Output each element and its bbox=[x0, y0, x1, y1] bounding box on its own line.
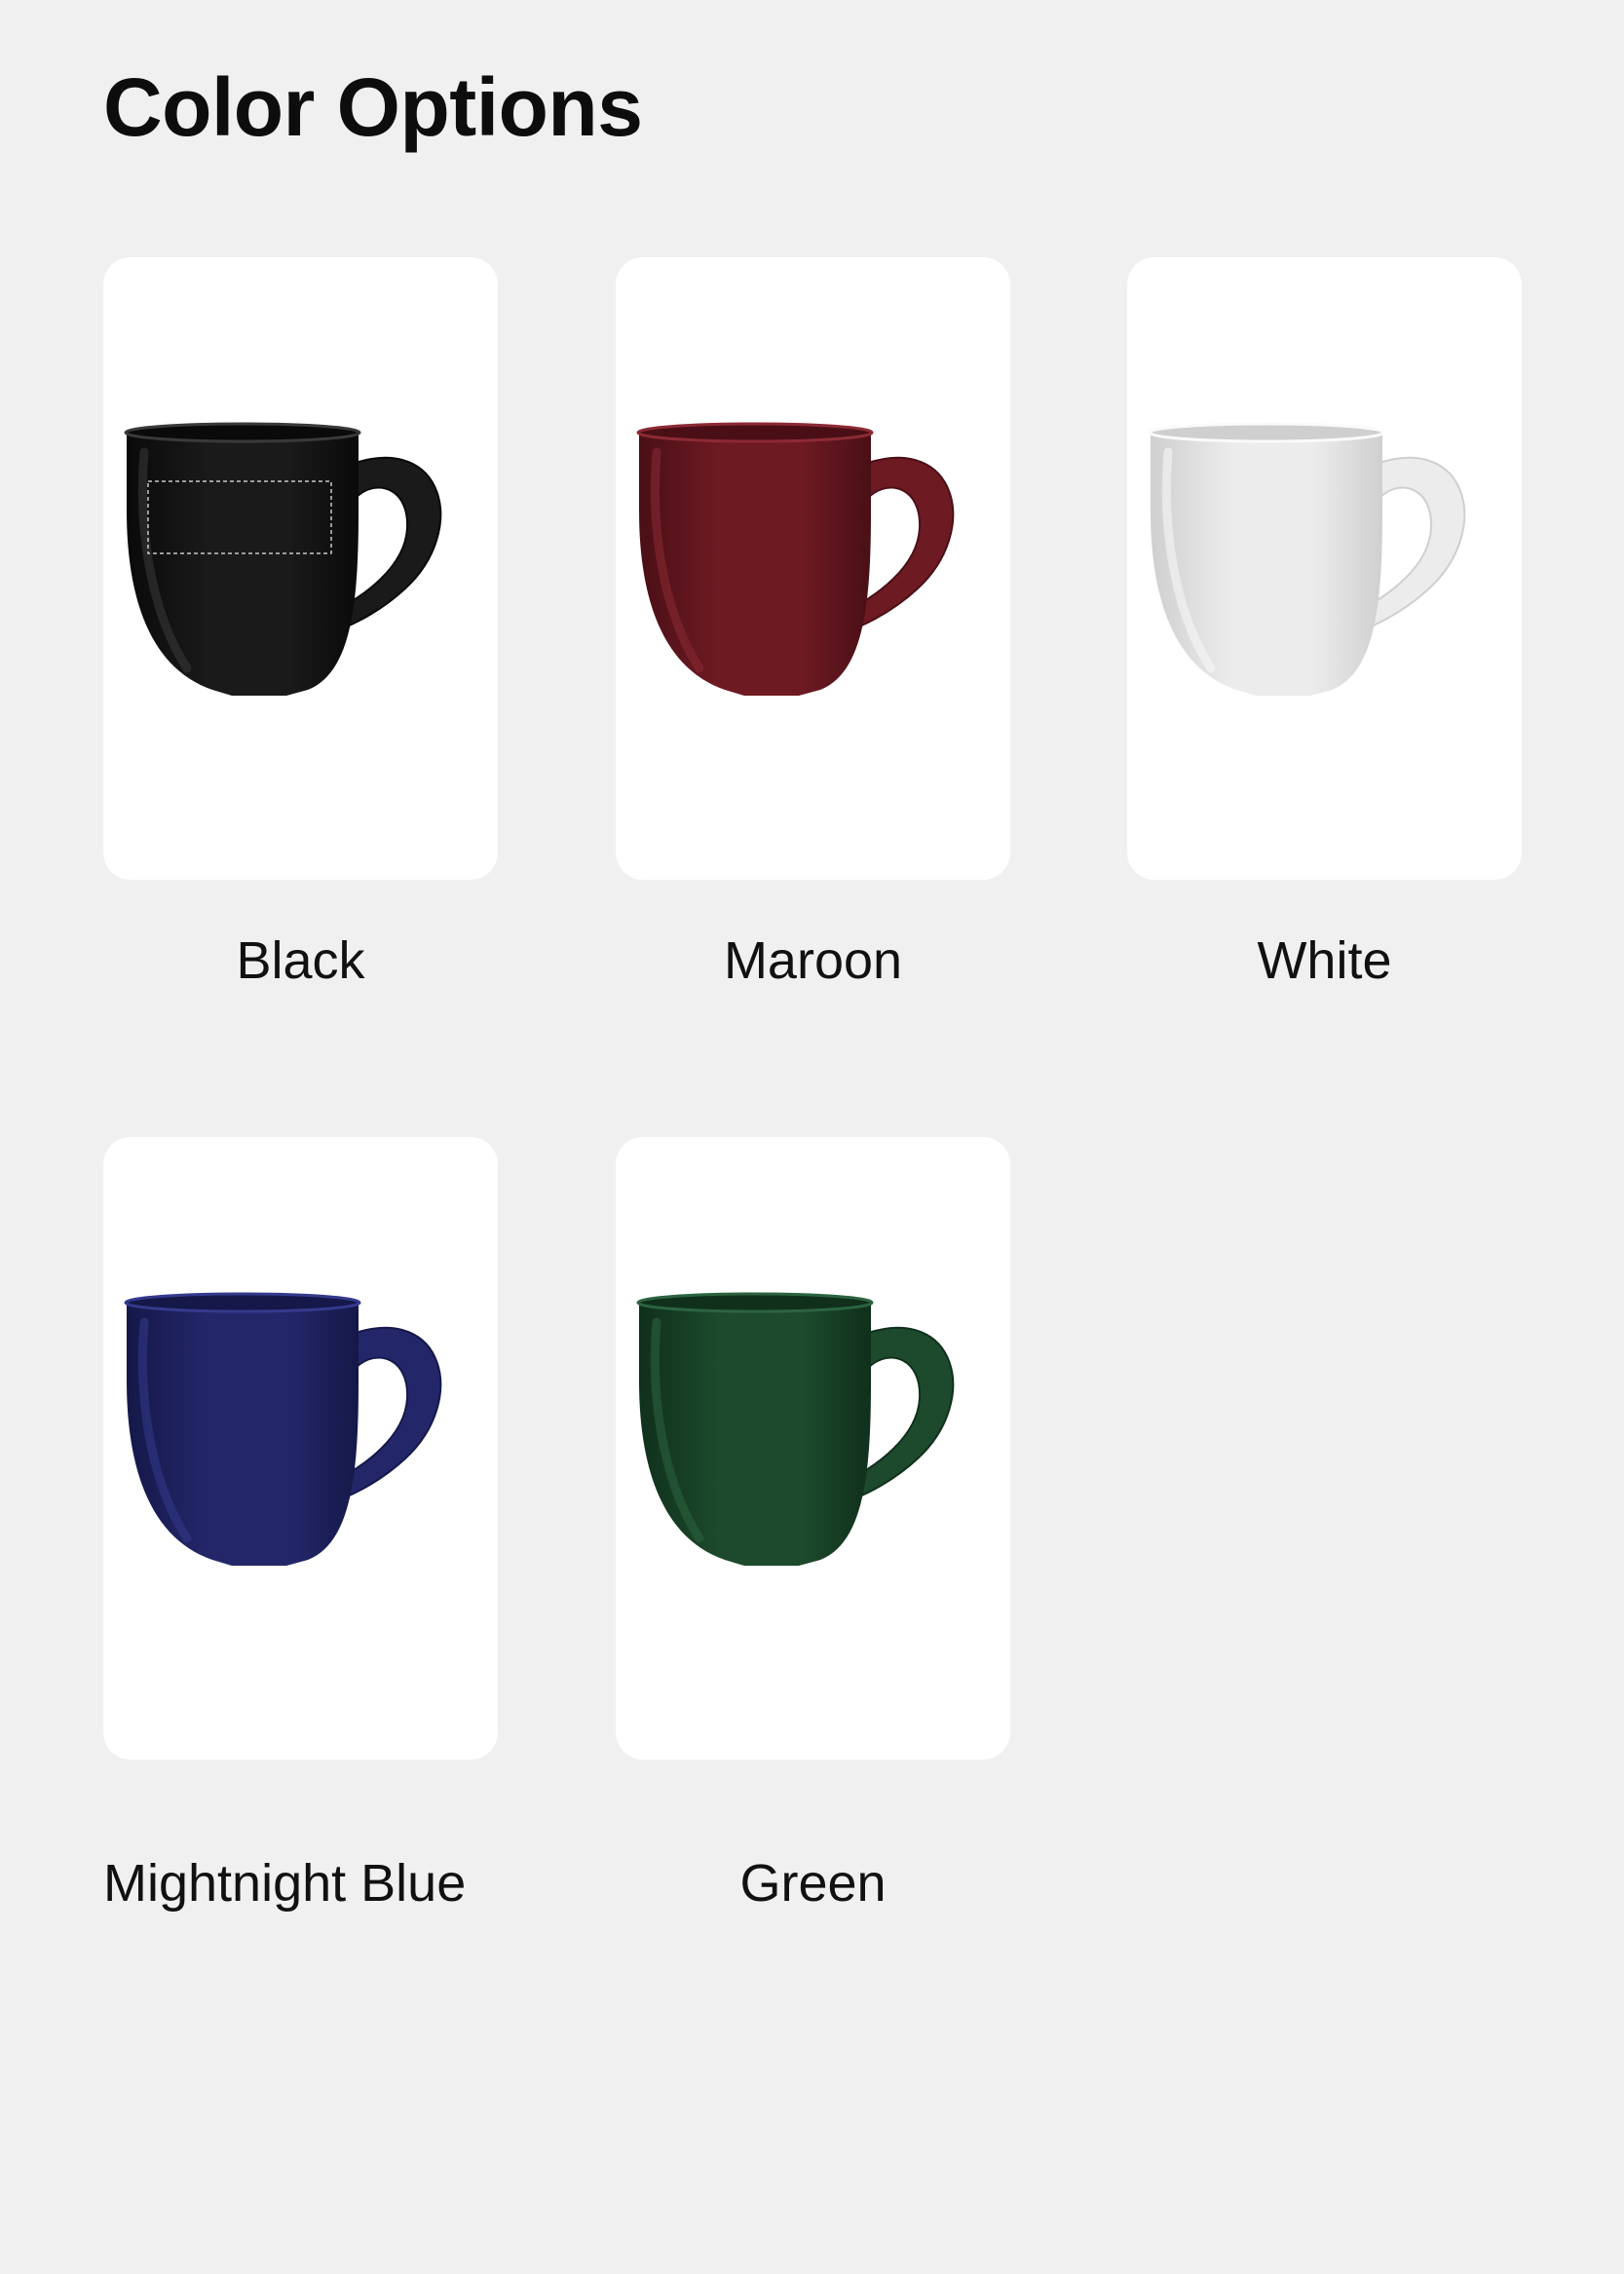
option-label-maroon: Maroon bbox=[723, 931, 903, 990]
swatch-card-black[interactable] bbox=[103, 257, 498, 880]
swatch-card-maroon[interactable] bbox=[616, 257, 1010, 880]
color-option-midnight-blue[interactable]: Mightnight Blue bbox=[103, 1137, 498, 1910]
mug-rim bbox=[636, 422, 874, 443]
mug-icon bbox=[636, 422, 955, 696]
mug-icon bbox=[124, 1292, 442, 1566]
swatch-card-green[interactable] bbox=[616, 1137, 1010, 1760]
option-label-white: White bbox=[1257, 931, 1392, 990]
mug-rim bbox=[1148, 422, 1385, 443]
mug-body bbox=[127, 433, 359, 696]
mug-body bbox=[127, 1303, 359, 1566]
mug-rim bbox=[124, 1292, 361, 1313]
color-option-white[interactable]: White bbox=[1127, 257, 1522, 987]
color-option-green[interactable]: Green bbox=[616, 1137, 1010, 1910]
mug-body bbox=[639, 433, 871, 696]
mug-icon bbox=[124, 422, 442, 696]
option-label-green: Green bbox=[739, 1854, 887, 1913]
color-option-black[interactable]: Black bbox=[103, 257, 498, 987]
swatch-card-midnight-blue[interactable] bbox=[103, 1137, 498, 1760]
swatch-card-white[interactable] bbox=[1127, 257, 1522, 880]
mug-rim bbox=[636, 1292, 874, 1313]
option-label-black: Black bbox=[236, 931, 365, 990]
mug-body bbox=[639, 1303, 871, 1566]
mug-icon bbox=[636, 1292, 955, 1566]
mug-body bbox=[1151, 433, 1382, 696]
mug-rim bbox=[124, 422, 361, 443]
option-label-midnight-blue: Mightnight Blue bbox=[103, 1854, 467, 1913]
page-title: Color Options bbox=[103, 61, 643, 153]
mug-icon bbox=[1148, 422, 1466, 696]
color-option-maroon[interactable]: Maroon bbox=[616, 257, 1010, 987]
